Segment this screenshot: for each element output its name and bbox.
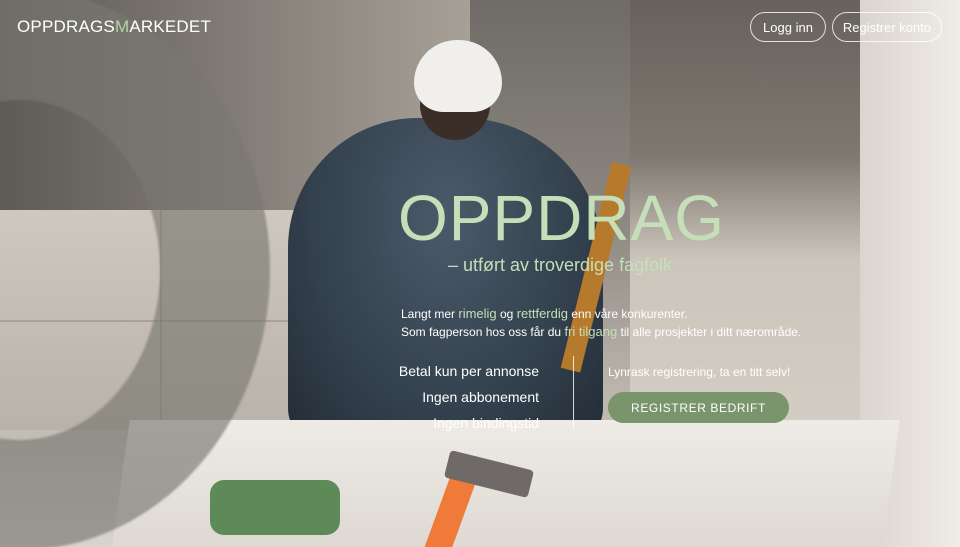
intro-highlight-rimelig: rimelig — [458, 306, 497, 321]
logo-text-part3: ARKEDET — [129, 17, 212, 36]
intro-highlight-fri-tilgang: fri tilgang — [564, 324, 618, 339]
feature-item: Ingen bindingstid — [433, 415, 539, 431]
login-button[interactable]: Logg inn — [750, 12, 826, 42]
intro-text: enn våre konkurenter. — [568, 307, 688, 321]
feature-item: Ingen abbonement — [422, 389, 539, 405]
intro-highlight-rettferdig: rettferdig — [516, 306, 568, 321]
vertical-divider — [573, 356, 574, 430]
feature-item: Betal kun per annonse — [398, 363, 539, 379]
site-logo[interactable]: OPPDRAGSMARKEDET — [17, 17, 211, 37]
drill-tool — [210, 480, 340, 535]
intro-text: og — [496, 307, 517, 321]
hero-title: OPPDRAG — [398, 182, 726, 254]
hero-subtitle: – utført av troverdige fagfolk — [448, 255, 673, 275]
intro-text: til alle prosjekter i ditt nærområde. — [617, 325, 802, 339]
logo-text-part1: OPPDRAGS — [17, 17, 115, 36]
register-account-button[interactable]: Registrer konto — [832, 12, 942, 42]
intro-text: Langt mer — [401, 307, 459, 321]
intro-line-1: Langt mer rimelig og rettferdig enn våre… — [401, 306, 687, 321]
worker-cap — [414, 40, 502, 112]
intro-text: Som fagperson hos oss får du — [401, 325, 565, 339]
logo-text-accent: M — [114, 17, 130, 36]
intro-line-2: Som fagperson hos oss får du fri tilgang… — [401, 324, 801, 339]
cta-text: Lynrask registrering, ta en titt selv! — [608, 365, 791, 379]
register-company-button[interactable]: REGISTRER BEDRIFT — [608, 392, 789, 423]
feature-list: Betal kun per annonse Ingen abbonement I… — [399, 358, 539, 436]
